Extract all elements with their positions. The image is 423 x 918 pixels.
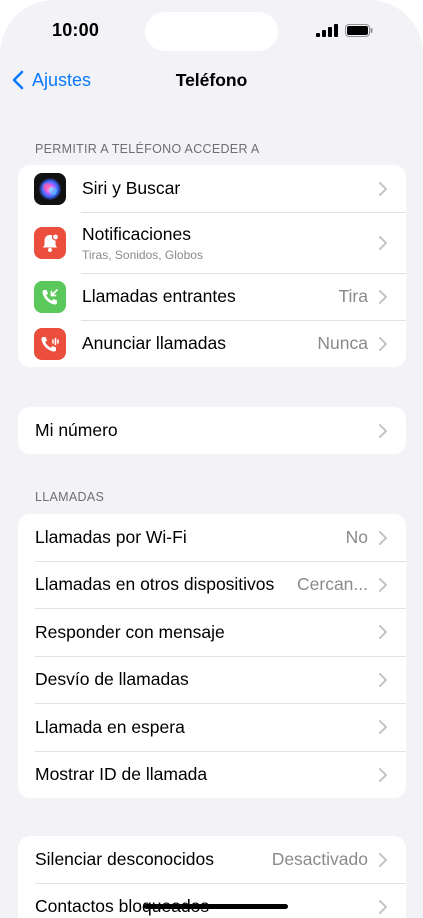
row-caller-id[interactable]: Mostrar ID de llamada [18,751,406,798]
row-wifi-calls-value: No [345,527,368,547]
row-caller-id-text: Mostrar ID de llamada [18,764,368,785]
status-time: 10:00 [52,20,100,40]
signal-icon [316,24,338,37]
row-announce-calls[interactable]: Anunciar llamadas Nunca [18,320,406,367]
chevron-right-icon [379,852,387,867]
home-indicator[interactable] [144,904,288,909]
row-announce-calls-value: Nunca [317,333,368,353]
row-wifi-calls-text: Llamadas por Wi-Fi [18,527,338,548]
row-other-devices[interactable]: Llamadas en otros dispositivos Cercan... [18,561,406,608]
chevron-right-icon [379,336,387,351]
row-notifications-text: Notificaciones Tiras, Sonidos, Globos [82,224,368,262]
row-call-forwarding-text: Desvío de llamadas [18,669,368,690]
incoming-call-icon [34,280,66,313]
siri-icon [34,172,66,205]
row-incoming-calls[interactable]: Llamadas entrantes Tira [18,273,406,320]
row-incoming-calls-value: Tira [338,286,369,306]
row-notifications-label: Notificaciones [82,223,191,244]
notifications-icon [34,226,66,259]
row-my-number-text: Mi número [18,420,368,441]
row-my-number-label: Mi número [35,420,118,440]
chevron-right-icon [379,672,387,687]
section-header-calls: LLAMADAS [35,490,105,504]
row-announce-calls-text: Anunciar llamadas [82,333,309,354]
chevron-right-icon [379,720,387,734]
announce-calls-icon [34,327,66,360]
row-other-devices-text: Llamadas en otros dispositivos [18,574,289,595]
row-silence-unknown-value: Desactivado [271,849,368,869]
row-call-waiting-label: Llamada en espera [35,716,185,737]
row-other-devices-label: Llamadas en otros dispositivos [35,574,275,594]
chevron-right-icon [379,767,387,782]
row-siri[interactable]: Siri y Buscar [18,165,406,212]
row-notifications[interactable]: Notificaciones Tiras, Sonidos, Globos [18,212,406,273]
page-title: Teléfono [175,70,248,90]
row-reply-message[interactable]: Responder con mensaje [18,608,406,656]
row-announce-calls-label: Anunciar llamadas [82,333,226,353]
row-silence-unknown-text: Silenciar desconocidos [18,849,264,870]
row-call-waiting-text: Llamada en espera [18,717,368,738]
battery-icon [345,24,373,37]
row-incoming-calls-label: Llamadas entrantes [82,286,236,306]
access-group: Siri y Buscar Notificaciones Tiras, Soni… [18,165,406,367]
chevron-right-icon [379,577,387,592]
my-number-group: Mi número [18,407,406,454]
row-call-waiting[interactable]: Llamada en espera [18,703,406,751]
row-call-forwarding[interactable]: Desvío de llamadas [18,656,406,703]
row-incoming-calls-text: Llamadas entrantes [82,286,331,307]
row-call-forwarding-label: Desvío de llamadas [35,669,189,689]
row-blocked-contacts[interactable]: Contactos bloqueados [18,883,406,918]
phone-screen: 10:00 Ajustes Teléfono PERMITIR A TELÉFO… [0,0,423,918]
row-reply-message-text: Responder con mensaje [18,622,368,643]
row-silence-unknown[interactable]: Silenciar desconocidos Desactivado [18,836,406,883]
chevron-right-icon [379,289,387,304]
row-notifications-subtitle: Tiras, Sonidos, Globos [82,247,203,262]
dynamic-island [145,12,278,51]
row-reply-message-label: Responder con mensaje [35,621,225,642]
calls-group: Llamadas por Wi-Fi No Llamadas en otros … [18,514,406,798]
row-silence-unknown-label: Silenciar desconocidos [35,849,214,869]
row-my-number[interactable]: Mi número [18,407,406,454]
chevron-right-icon [379,423,387,438]
row-siri-label: Siri y Buscar [82,178,181,198]
row-caller-id-label: Mostrar ID de llamada [35,764,208,784]
row-wifi-calls-label: Llamadas por Wi-Fi [35,527,187,547]
status-icons [316,24,373,37]
row-wifi-calls[interactable]: Llamadas por Wi-Fi No [18,514,406,561]
chevron-right-icon [379,899,387,914]
chevron-right-icon [379,181,387,196]
chevron-right-icon [379,625,387,639]
row-siri-text: Siri y Buscar [82,178,368,199]
chevron-right-icon [379,530,387,545]
chevron-right-icon [379,235,387,250]
section-header-access: PERMITIR A TELÉFONO ACCEDER A [35,142,260,156]
row-other-devices-value: Cercan... [297,574,368,594]
